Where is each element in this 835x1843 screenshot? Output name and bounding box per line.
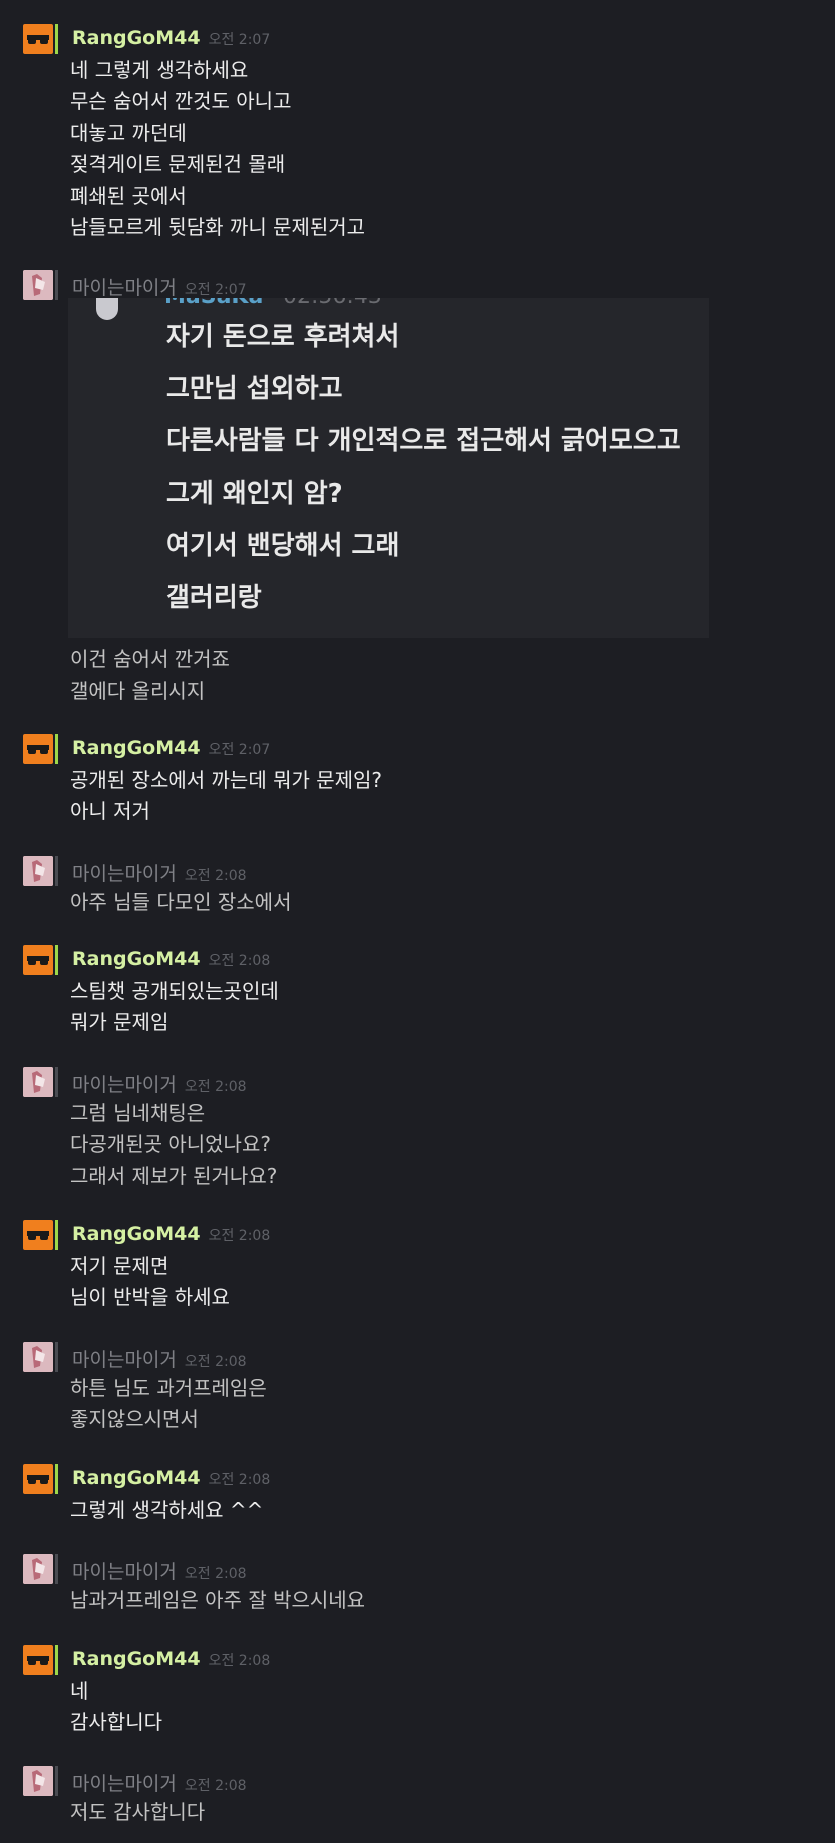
timestamp: 오전 2:07 [208,742,271,758]
message-line: 아주 님들 다모인 장소에서 [70,890,292,914]
quote-line: 다른사람들 다 개인적으로 접근해서 긁어모으고 [166,426,681,456]
message-header: 마이는마이거 오전 2:08 [72,1557,247,1584]
username[interactable]: 마이는마이거 [72,1349,177,1371]
message-line: 그럼 님네채팅은 [70,1101,206,1125]
message-line: 무슨 숨어서 깐것도 아니고 [70,89,292,113]
username[interactable]: RangGoM44 [72,1467,201,1489]
user-avatar[interactable] [23,1342,53,1372]
status-bar [55,1067,58,1097]
user-avatar[interactable] [23,24,53,54]
status-bar [55,856,58,886]
message-header: 마이는마이거 오전 2:07 [72,273,247,300]
status-bar [55,270,58,300]
username[interactable]: 마이는마이거 [72,863,177,885]
quote-username: MaSaKa [164,298,263,309]
username[interactable]: 마이는마이거 [72,277,177,299]
status-bar [55,1464,58,1494]
message-line: 감사합니다 [70,1710,162,1734]
timestamp: 오전 2:08 [184,1778,247,1794]
message-line: 이건 숨어서 깐거죠 [70,647,230,671]
username[interactable]: 마이는마이거 [72,1773,177,1795]
timestamp: 오전 2:08 [184,1566,247,1582]
message-line: 뭐가 문제임 [70,1010,169,1034]
message-line: 아니 저거 [70,799,150,823]
user-avatar[interactable] [23,1766,53,1796]
message-line: 네 [70,1679,89,1703]
status-bar [55,1220,58,1250]
timestamp: 오전 2:08 [184,1354,247,1370]
user-avatar[interactable] [23,734,53,764]
timestamp: 오전 2:08 [184,1079,247,1095]
message-line: 남들모르게 뒷담화 까니 문제된거고 [70,215,366,239]
user-avatar[interactable] [23,1220,53,1250]
message-line: 폐쇄된 곳에서 [70,184,187,208]
status-bar [55,1645,58,1675]
user-avatar[interactable] [23,856,53,886]
message-header: RangGoM44 오전 2:08 [72,948,270,970]
status-bar [55,24,58,54]
message-header: 마이는마이거 오전 2:08 [72,1345,247,1372]
username[interactable]: 마이는마이거 [72,1074,177,1096]
status-bar [55,1766,58,1796]
timestamp: 오전 2:08 [208,953,271,969]
message-header: RangGoM44 오전 2:08 [72,1467,270,1489]
quote-line: 그게 왜인지 암? [166,479,343,509]
message-header: RangGoM44 오전 2:07 [72,737,270,759]
username[interactable]: RangGoM44 [72,1223,201,1245]
username[interactable]: 마이는마이거 [72,1561,177,1583]
message-line: 그렇게 생각하세요 ^^ [70,1498,264,1522]
message-header: 마이는마이거 오전 2:08 [72,859,247,886]
message-header: RangGoM44 오전 2:08 [72,1223,270,1245]
status-bar [55,945,58,975]
message-line: 좋지않으시면서 [70,1407,199,1431]
message-line: 그래서 제보가 된거나요? [70,1164,278,1188]
message-line: 공개된 장소에서 까는데 뭐가 문제임? [70,768,383,792]
timestamp: 오전 2:07 [208,32,271,48]
quote-timestamp: 02:56:43 [283,298,382,309]
user-avatar[interactable] [23,945,53,975]
user-avatar[interactable] [23,270,53,300]
message-line: 하튼 님도 과거프레임은 [70,1376,267,1400]
message-header: 마이는마이거 오전 2:08 [72,1070,247,1097]
message-line: 저기 문제면 [70,1254,169,1278]
message-line: 저도 감사합니다 [70,1800,206,1824]
quote-line: 자기 돈으로 후려쳐서 [166,322,400,352]
quote-avatar [96,298,118,320]
username[interactable]: RangGoM44 [72,1648,201,1670]
quote-line: 그만님 섭외하고 [166,374,343,404]
username[interactable]: RangGoM44 [72,737,201,759]
quoted-image[interactable]: MaSaKa 02:56:43 자기 돈으로 후려쳐서 그만님 섭외하고 다른사… [68,298,709,638]
message-line: 네 그렇게 생각하세요 [70,58,249,82]
message-line: 대놓고 까던데 [70,121,187,145]
message-header: RangGoM44 오전 2:07 [72,27,270,49]
timestamp: 오전 2:08 [208,1653,271,1669]
timestamp: 오전 2:08 [184,868,247,884]
quote-line: 여기서 밴당해서 그래 [166,531,400,561]
status-bar [55,734,58,764]
status-bar [55,1342,58,1372]
message-line: 다공개된곳 아니었나요? [70,1132,271,1156]
timestamp: 오전 2:08 [208,1228,271,1244]
user-avatar[interactable] [23,1554,53,1584]
timestamp: 오전 2:07 [184,282,247,298]
username[interactable]: RangGoM44 [72,27,201,49]
message-line: 남과거프레임은 아주 잘 박으시네요 [70,1588,366,1612]
message-line: 님이 반박을 하세요 [70,1285,230,1309]
message-line: 스팀챗 공개되있는곳인데 [70,979,279,1003]
message-header: 마이는마이거 오전 2:08 [72,1769,247,1796]
user-avatar[interactable] [23,1464,53,1494]
status-bar [55,1554,58,1584]
timestamp: 오전 2:08 [208,1472,271,1488]
message-line: 갤에다 올리시지 [70,679,206,703]
username[interactable]: RangGoM44 [72,948,201,970]
user-avatar[interactable] [23,1067,53,1097]
quote-line: 갤러리랑 [166,583,262,613]
message-header: RangGoM44 오전 2:08 [72,1648,270,1670]
message-line: 젖격게이트 문제된건 몰래 [70,152,286,176]
user-avatar[interactable] [23,1645,53,1675]
